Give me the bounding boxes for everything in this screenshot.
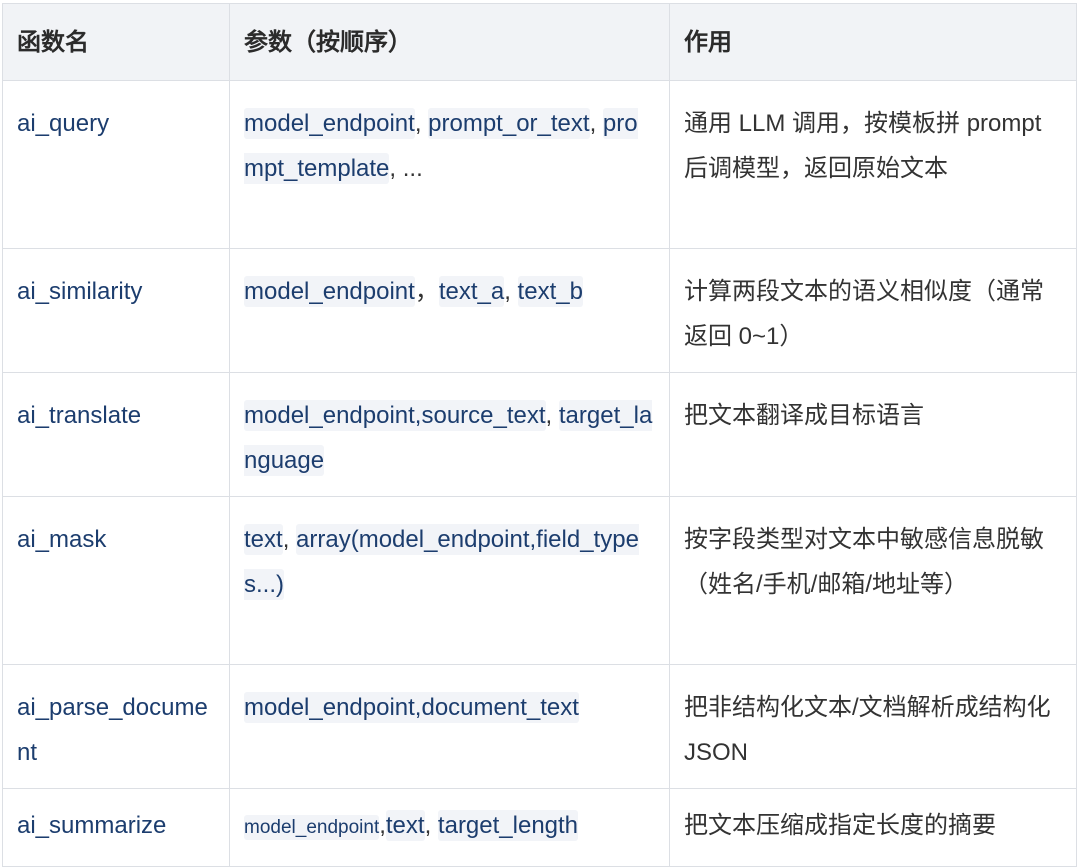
table-row: ai_parse_document model_endpoint,document… [2,664,1077,789]
parameter-code: text_a [438,276,505,307]
parameter-code: model_endpoint,source_text [244,400,546,431]
parameters-cell: model_endpoint, prompt_or_text, prompt_t… [229,80,670,249]
parameter-code: model_endpoint [244,108,415,139]
purpose-cell: 按字段类型对文本中敏感信息脱敏（姓名/手机/邮箱/地址等） [669,496,1077,665]
purpose-cell: 通用 LLM 调用，按模板拼 prompt 后调模型，返回原始文本 [669,80,1077,249]
purpose-cell: 把文本压缩成指定长度的摘要 [669,788,1077,867]
parameters-cell: text, array(model_endpoint,field_types..… [229,496,670,665]
parameters-cell: model_endpoint,document_text [229,664,670,789]
parameter-code: model_endpoint [244,276,415,307]
parameter-code: text_b [517,276,583,307]
function-name-cell: ai_parse_document [2,664,230,789]
table-row: ai_similarity model_endpoint，text_a, text… [2,248,1077,373]
parameter-separator: , [379,812,386,839]
parameters-cell: model_endpoint,source_text, target_langu… [229,372,670,497]
function-name-cell: ai_query [2,80,230,249]
parameter-separator: , [282,526,297,553]
table-row: ai_query model_endpoint, prompt_or_text, … [2,80,1077,249]
purpose-cell: 计算两段文本的语义相似度（通常返回 0~1） [669,248,1077,373]
table-body: ai_query model_endpoint, prompt_or_text, … [2,80,1077,867]
purpose-cell: 把非结构化文本/文档解析成结构化 JSON [669,664,1077,789]
parameter-code: text [244,524,283,555]
parameter-code: target_length [437,810,579,841]
header-purpose: 作用 [669,3,1077,81]
header-parameters: 参数（按顺序） [229,3,670,81]
function-name-cell: ai_summarize [2,788,230,867]
header-function-name: 函数名 [2,3,230,81]
function-table: 函数名 参数（按顺序） 作用 ai_query model_endpoint, p… [2,3,1077,867]
parameter-code: prompt_or_text [428,108,590,139]
parameter-code: model_endpoint,document_text [244,692,579,723]
table-row: ai_mask text, array(model_endpoint,field_… [2,496,1077,665]
header-row: 函数名 参数（按顺序） 作用 [2,3,1077,81]
parameters-cell: model_endpoint，text_a, text_b [229,248,670,373]
parameter-separator: , [589,110,603,137]
function-name-cell: ai_similarity [2,248,230,373]
table-row: ai_translate model_endpoint,source_text, … [2,372,1077,497]
parameter-separator: , [504,278,518,305]
purpose-cell: 把文本翻译成目标语言 [669,372,1077,497]
parameter-code: text [385,810,425,841]
function-name-cell: ai_mask [2,496,230,665]
table-row: ai_summarize model_endpoint,text, target_… [2,788,1077,867]
parameters-cell: model_endpoint,text, target_length [229,788,670,867]
parameter-separator: , ... [389,155,423,182]
parameter-separator: ， [414,278,439,305]
parameter-code: model_endpoint [244,815,380,840]
parameter-separator: , [424,812,438,839]
table-header: 函数名 参数（按顺序） 作用 [2,3,1077,81]
parameter-separator: , [414,110,429,137]
parameter-code: array(model_endpoint,field_types...) [244,524,639,600]
parameter-separator: , [545,402,559,429]
function-name-cell: ai_translate [2,372,230,497]
